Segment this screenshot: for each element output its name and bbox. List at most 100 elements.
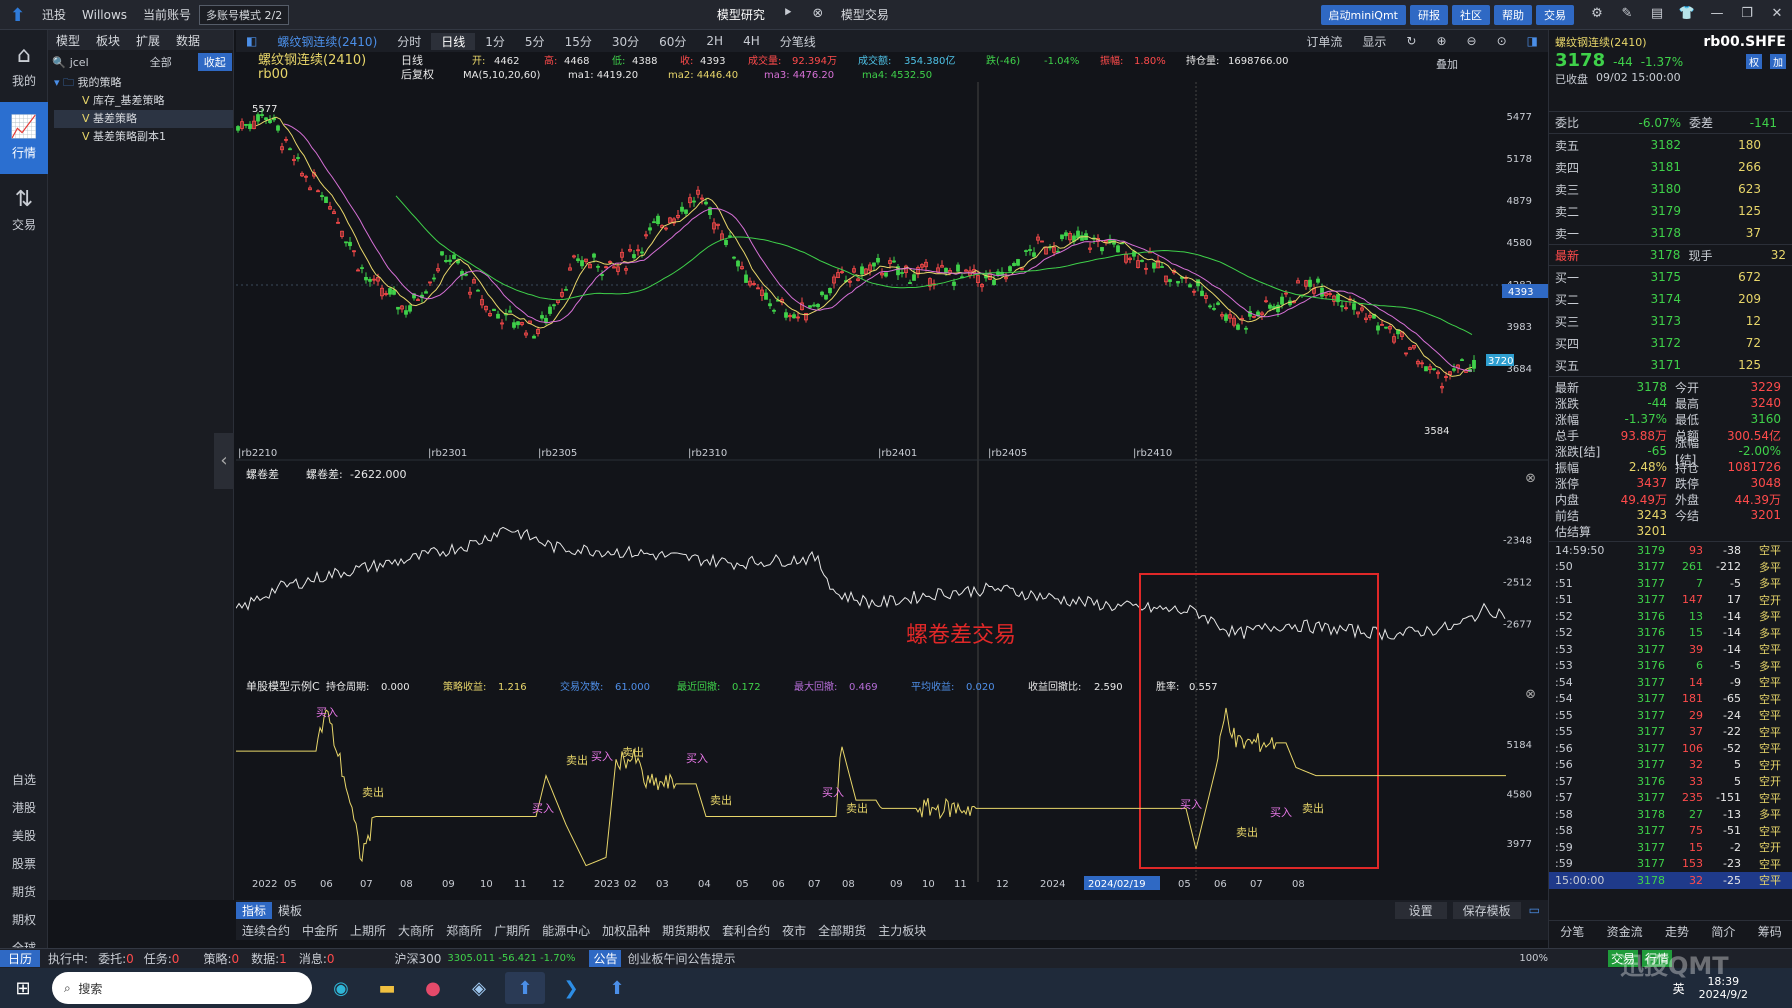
start-miniqmt-button[interactable]: 启动miniQmt: [1320, 4, 1406, 25]
sidebar-toggle-icon[interactable]: ◨: [1517, 34, 1548, 48]
ask-row[interactable]: 卖一 3178 37: [1549, 222, 1792, 244]
filter-select[interactable]: 全部: [150, 54, 198, 70]
tree-item[interactable]: V 基差策略副本1: [54, 128, 233, 146]
layout-icon[interactable]: ▤: [1648, 6, 1666, 24]
display-select[interactable]: 显示: [1352, 33, 1396, 50]
trade-button[interactable]: 交易: [1536, 4, 1574, 25]
exchange-tab[interactable]: 中金所: [296, 922, 344, 939]
bid-row[interactable]: 买二 3174 209: [1549, 288, 1792, 310]
quote-bottom-tab[interactable]: 筹码: [1758, 923, 1782, 940]
period-tab[interactable]: 60分: [649, 33, 696, 50]
help-button[interactable]: 帮助: [1494, 4, 1532, 25]
panel-icon[interactable]: ▭: [1521, 903, 1548, 917]
chart-code-tab[interactable]: 螺纹钢连续(2410): [267, 33, 387, 50]
exchange-tab[interactable]: 能源中心: [536, 922, 596, 939]
quote-bottom-tab[interactable]: 分笔: [1560, 923, 1584, 940]
exchange-tab[interactable]: 主力板块: [872, 922, 932, 939]
folder-icon[interactable]: ▬: [367, 972, 407, 1004]
qmt2-icon[interactable]: ⬆: [597, 972, 637, 1004]
exchange-tab[interactable]: 套利合约: [716, 922, 776, 939]
edit-icon[interactable]: ✎: [1618, 6, 1636, 24]
community-button[interactable]: 社区: [1452, 4, 1490, 25]
nav-item-trade[interactable]: ⇅ 交易: [0, 174, 48, 246]
task-label[interactable]: 任务:: [144, 950, 172, 967]
minimize-icon[interactable]: —: [1708, 6, 1726, 24]
period-tab-active[interactable]: 日线: [431, 32, 476, 50]
gear-icon[interactable]: ⚙: [1588, 6, 1606, 24]
zoom-in-icon[interactable]: ⊕: [1426, 34, 1456, 48]
collapse-arrow-icon[interactable]: ‹: [214, 433, 234, 489]
bid-row[interactable]: 买一 3175 672: [1549, 266, 1792, 288]
nav-sub-us[interactable]: 美股: [0, 822, 48, 850]
zoom-out-icon[interactable]: ⊖: [1457, 34, 1487, 48]
collapse-button[interactable]: 收起: [197, 53, 232, 71]
panel-toggle-icon[interactable]: ◧: [236, 34, 267, 48]
tree-item[interactable]: V 库存_基差策略: [54, 92, 233, 110]
period-tab[interactable]: 15分: [555, 33, 602, 50]
nav-item-quote[interactable]: 📈 行情: [0, 102, 48, 174]
period-tab[interactable]: 分笔线: [770, 33, 826, 50]
exchange-tab[interactable]: 全部期货: [812, 922, 872, 939]
exchange-tab[interactable]: 大商所: [392, 922, 440, 939]
tab-model[interactable]: 模型: [48, 30, 88, 50]
app-chat-icon[interactable]: ◈: [459, 972, 499, 1004]
model-research-tab[interactable]: 模型研究: [717, 6, 765, 23]
exchange-tab[interactable]: 期货期权: [656, 922, 716, 939]
bid-row[interactable]: 买三 3173 12: [1549, 310, 1792, 332]
nav-sub-hk[interactable]: 港股: [0, 794, 48, 822]
add-icon[interactable]: 加: [1770, 54, 1786, 69]
refresh-icon[interactable]: ↻: [1396, 34, 1426, 48]
research-button[interactable]: 研报: [1410, 4, 1448, 25]
exchange-tab[interactable]: 加权品种: [596, 922, 656, 939]
nav-item-mine[interactable]: ⌂ 我的: [0, 30, 48, 102]
nav-sub-options[interactable]: 期权: [0, 906, 48, 934]
exchange-tab[interactable]: 广期所: [488, 922, 536, 939]
nav-sub-futures[interactable]: 期货: [0, 878, 48, 906]
reset-icon[interactable]: ⊙: [1487, 34, 1517, 48]
chart-canvas[interactable]: 螺纹钢连续(2410) rb00 日线 后复权 开: 4462 高: 4468 …: [236, 52, 1548, 900]
tree-item[interactable]: V 基差策略: [54, 110, 233, 128]
lang-indicator[interactable]: 英: [1673, 980, 1685, 997]
bid-row[interactable]: 买四 3172 72: [1549, 332, 1792, 354]
ask-row[interactable]: 卖三 3180 623: [1549, 178, 1792, 200]
exchange-tab[interactable]: 夜市: [776, 922, 812, 939]
bid-row[interactable]: 买五 3171 125: [1549, 354, 1792, 376]
overlay-button[interactable]: 叠加: [1436, 58, 1458, 71]
tab-template[interactable]: 模板: [272, 902, 308, 919]
tab-data[interactable]: 数据: [168, 30, 208, 50]
notice-button[interactable]: 公告: [589, 950, 622, 967]
nav-sub-stocks[interactable]: 股票: [0, 850, 48, 878]
shirt-icon[interactable]: 👕: [1678, 6, 1696, 24]
ask-row[interactable]: 卖五 3182 180: [1549, 134, 1792, 156]
strategy-label[interactable]: 策略:: [203, 950, 231, 967]
app-red-icon[interactable]: ●: [413, 972, 453, 1004]
save-template-button[interactable]: 保存模板: [1452, 901, 1521, 919]
quote-bottom-tab[interactable]: 资金流: [1607, 923, 1643, 940]
search-input[interactable]: jcel: [70, 56, 150, 69]
period-tab[interactable]: 30分: [602, 33, 649, 50]
period-tab[interactable]: 5分: [515, 33, 555, 50]
ask-row[interactable]: 卖二 3179 125: [1549, 200, 1792, 222]
exchange-tab[interactable]: 连续合约: [236, 922, 296, 939]
taskbar-search[interactable]: ⌕ 搜索: [52, 972, 312, 1004]
data-label[interactable]: 数据:: [251, 950, 279, 967]
message-label[interactable]: 消息:: [299, 950, 327, 967]
send-icon[interactable]: ⯈: [779, 6, 797, 24]
period-tab[interactable]: 分时: [387, 33, 431, 50]
nav-sub-watchlist[interactable]: 自选: [0, 766, 48, 794]
tab-sector[interactable]: 板块: [88, 30, 128, 50]
orderflow-button[interactable]: 订单流: [1296, 33, 1352, 50]
exchange-tab[interactable]: 上期所: [344, 922, 392, 939]
settings-button[interactable]: 设置: [1394, 901, 1447, 919]
entrust-label[interactable]: 委托:: [98, 950, 126, 967]
close-pane-icon[interactable]: ⊗: [1525, 471, 1536, 486]
close-icon[interactable]: ✕: [1768, 6, 1786, 24]
vscode-icon[interactable]: ❯: [551, 972, 591, 1004]
rights-icon[interactable]: 权: [1746, 54, 1762, 69]
account-select[interactable]: 多账号模式 2/2: [199, 4, 290, 25]
period-tab[interactable]: 4H: [733, 34, 770, 48]
edge-icon[interactable]: ◉: [321, 972, 361, 1004]
close-pane-icon[interactable]: ⊗: [1525, 687, 1536, 702]
exchange-tab[interactable]: 郑商所: [440, 922, 488, 939]
quote-bottom-tab[interactable]: 走势: [1665, 923, 1689, 940]
